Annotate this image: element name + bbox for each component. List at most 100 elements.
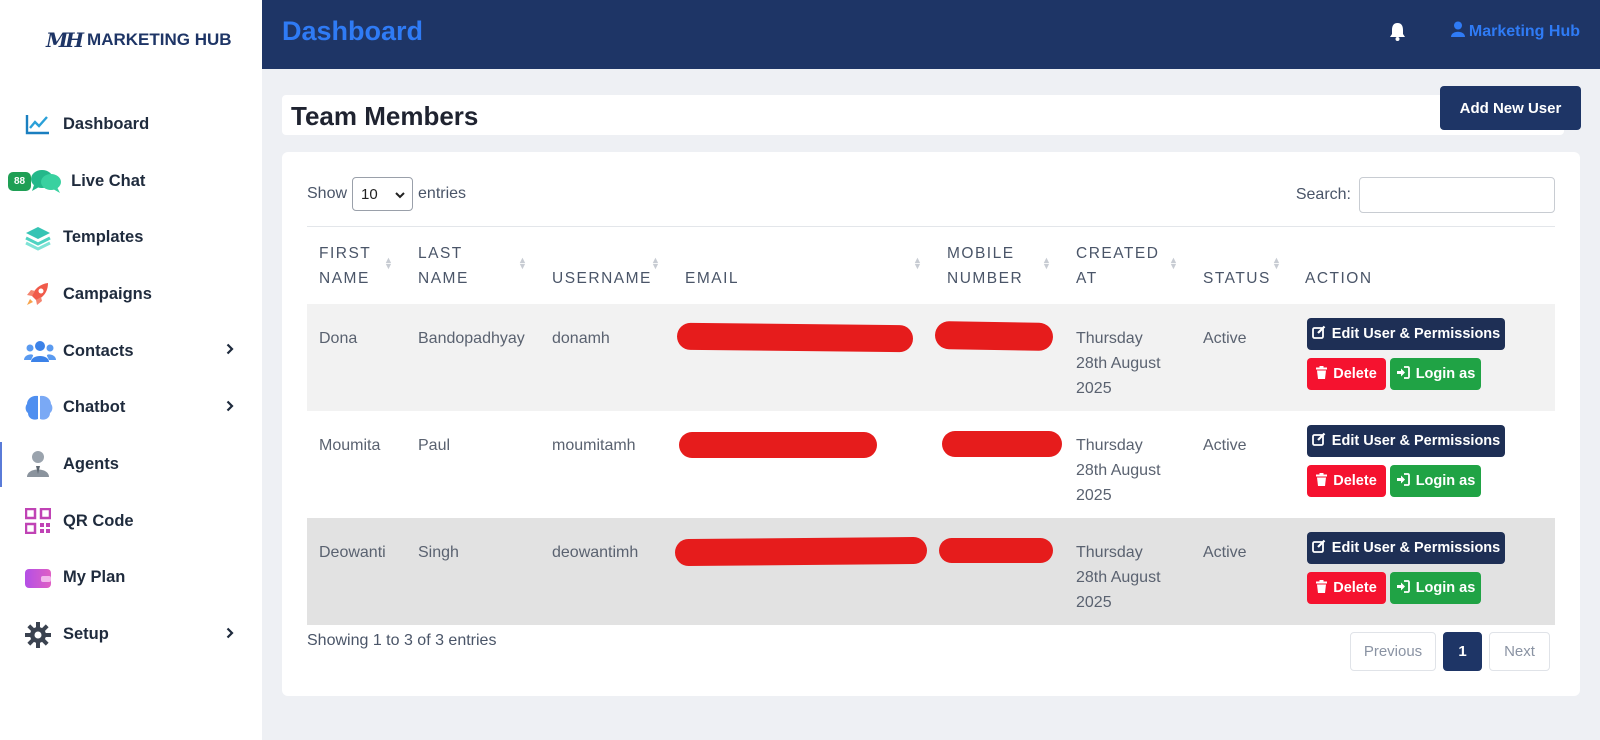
column-header-mobile-number[interactable]: MOBILE NUMBER bbox=[947, 241, 1023, 291]
sidebar-item-chatbot[interactable]: Chatbot bbox=[0, 379, 262, 436]
rocket-icon bbox=[24, 280, 52, 308]
sidebar-item-label: Agents bbox=[63, 454, 119, 473]
edit-user-permissions-button[interactable]: Edit User & Permissions bbox=[1307, 532, 1505, 564]
redaction-mark-mobile bbox=[934, 320, 1054, 352]
trash-icon bbox=[1316, 365, 1328, 383]
redaction-mark-mobile bbox=[942, 431, 1062, 457]
table-row: Moumita Paul moumitamh Thursday 28th Augu… bbox=[307, 411, 1555, 518]
table-row: Dona Bandopadhyay donamh Thursday 28th Au… bbox=[307, 304, 1555, 411]
search-input[interactable] bbox=[1359, 177, 1555, 213]
team-members-table: FIRST NAME ▲ ▼ LAST NAME ▲ ▼ USERNAME ▲ ▼ EMA… bbox=[307, 227, 1555, 625]
layers-icon bbox=[24, 224, 52, 252]
column-header-first-name[interactable]: FIRST NAME bbox=[319, 241, 371, 291]
sidebar-item-campaigns[interactable]: Campaigns bbox=[0, 266, 262, 323]
column-header-status[interactable]: STATUS bbox=[1203, 241, 1271, 291]
top-header: Dashboard Marketing Hub bbox=[262, 0, 1600, 69]
sort-icon: ▲ ▼ bbox=[1169, 255, 1178, 271]
cell-username: moumitamh bbox=[552, 437, 636, 454]
cell-username: deowantimh bbox=[552, 544, 639, 561]
delete-button[interactable]: Delete bbox=[1307, 358, 1386, 390]
sidebar-item-my-plan[interactable]: My Plan bbox=[0, 550, 262, 607]
agent-icon bbox=[24, 450, 52, 478]
user-icon bbox=[1450, 21, 1465, 42]
brand-mark: MH bbox=[46, 28, 84, 52]
login-as-button[interactable]: Login as bbox=[1390, 465, 1481, 497]
chevron-down-icon bbox=[395, 186, 405, 203]
sidebar-item-setup[interactable]: Setup bbox=[0, 606, 262, 663]
sidebar-item-qr-code[interactable]: QR Code bbox=[0, 493, 262, 550]
show-label: Show bbox=[307, 185, 348, 202]
cell-username: donamh bbox=[552, 330, 610, 347]
chevron-right-icon bbox=[226, 342, 234, 360]
sidebar: MH MARKETING HUB Dashboard 88 Live Chat … bbox=[0, 0, 262, 740]
brand-logo[interactable]: MH MARKETING HUB bbox=[46, 28, 232, 52]
sign-in-icon bbox=[1396, 579, 1410, 597]
sidebar-item-templates[interactable]: Templates bbox=[0, 209, 262, 266]
sidebar-item-dashboard[interactable]: Dashboard bbox=[0, 96, 262, 153]
sidebar-item-label: My Plan bbox=[63, 568, 126, 587]
table-info: Showing 1 to 3 of 3 entries bbox=[307, 632, 497, 649]
bell-icon[interactable] bbox=[1389, 22, 1406, 46]
chevron-right-icon bbox=[226, 626, 234, 644]
brand-name: MARKETING HUB bbox=[87, 30, 232, 49]
cell-status: Active bbox=[1203, 544, 1247, 561]
column-header-last-name[interactable]: LAST NAME bbox=[418, 241, 469, 291]
search-control: Search: bbox=[1296, 177, 1555, 213]
redaction-mark-email bbox=[676, 322, 914, 353]
column-header-action: ACTION bbox=[1305, 270, 1373, 287]
edit-user-permissions-button[interactable]: Edit User & Permissions bbox=[1307, 425, 1505, 457]
sort-icon: ▲ ▼ bbox=[384, 255, 393, 271]
sidebar-item-label: Campaigns bbox=[63, 284, 152, 303]
add-new-user-button[interactable]: Add New User bbox=[1440, 86, 1581, 130]
header-title: Dashboard bbox=[282, 16, 424, 46]
page-1-button[interactable]: 1 bbox=[1443, 632, 1482, 671]
sort-icon: ▲ ▼ bbox=[1272, 255, 1281, 271]
user-name: Marketing Hub bbox=[1468, 22, 1580, 40]
cell-first-name: Deowanti bbox=[319, 544, 386, 561]
column-header-created-at[interactable]: CREATED AT bbox=[1076, 241, 1159, 291]
sidebar-item-agents[interactable]: Agents bbox=[0, 436, 262, 493]
cell-first-name: Moumita bbox=[319, 437, 381, 454]
cell-last-name: Singh bbox=[418, 544, 459, 561]
redaction-mark-email bbox=[679, 432, 877, 458]
qr-code-icon bbox=[24, 507, 52, 535]
trash-icon bbox=[1316, 579, 1328, 597]
chat-bubbles-icon bbox=[29, 167, 63, 195]
sidebar-item-label: Contacts bbox=[63, 341, 134, 360]
cell-last-name: Bandopadhyay bbox=[418, 330, 525, 347]
column-header-username[interactable]: USERNAME bbox=[552, 241, 652, 291]
previous-page-button[interactable]: Previous bbox=[1350, 632, 1436, 671]
sidebar-item-contacts[interactable]: Contacts bbox=[0, 323, 262, 380]
page-size-select[interactable]: 10 bbox=[352, 177, 414, 211]
sign-in-icon bbox=[1396, 472, 1410, 490]
sort-icon: ▲ ▼ bbox=[913, 255, 922, 271]
page-title-bar: Team Members bbox=[282, 95, 1564, 135]
column-header-email[interactable]: EMAIL bbox=[685, 241, 739, 291]
cell-created-at: Thursday 28th August 2025 bbox=[1076, 544, 1161, 611]
delete-button[interactable]: Delete bbox=[1307, 572, 1386, 604]
chevron-right-icon bbox=[226, 399, 234, 417]
sort-icon: ▲ ▼ bbox=[518, 255, 527, 271]
cell-status: Active bbox=[1203, 330, 1247, 347]
entries-label: entries bbox=[418, 185, 467, 202]
sidebar-item-label: Setup bbox=[63, 625, 109, 644]
users-icon bbox=[24, 337, 56, 365]
login-as-button[interactable]: Login as bbox=[1390, 358, 1481, 390]
table-row: Deowanti Singh deowantimh Thursday 28th A… bbox=[307, 518, 1555, 625]
page-size-value: 10 bbox=[361, 185, 378, 203]
search-label: Search: bbox=[1295, 186, 1351, 203]
edit-icon bbox=[1311, 539, 1326, 557]
wallet-icon bbox=[24, 564, 52, 592]
edit-icon bbox=[1311, 432, 1326, 450]
edit-user-permissions-button[interactable]: Edit User & Permissions bbox=[1307, 318, 1505, 350]
user-menu[interactable]: Marketing Hub bbox=[1450, 21, 1580, 42]
sidebar-item-live-chat[interactable]: 88 Live Chat bbox=[0, 153, 262, 210]
next-page-button[interactable]: Next bbox=[1489, 632, 1550, 671]
trash-icon bbox=[1316, 472, 1328, 490]
team-members-card: Show 10 entries Search: FIRST NAME ▲ ▼ LAS… bbox=[282, 152, 1580, 696]
redaction-mark-email bbox=[674, 536, 928, 567]
delete-button[interactable]: Delete bbox=[1307, 465, 1386, 497]
sidebar-item-label: Live Chat bbox=[71, 171, 146, 190]
unread-badge: 88 bbox=[8, 171, 32, 191]
login-as-button[interactable]: Login as bbox=[1390, 572, 1481, 604]
